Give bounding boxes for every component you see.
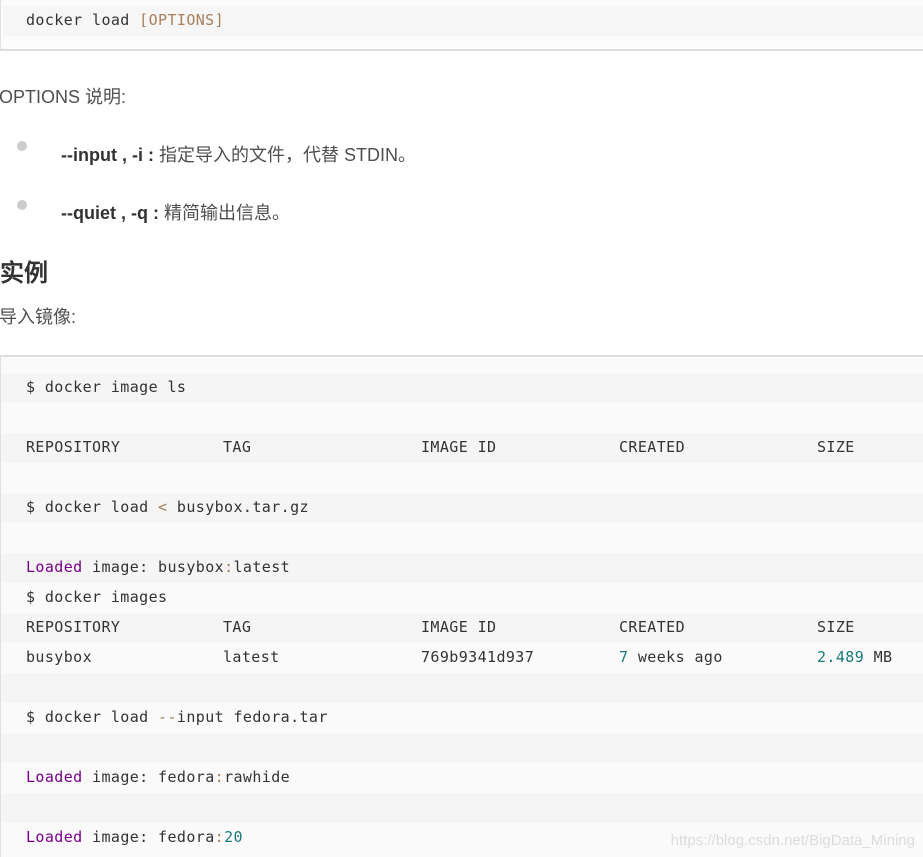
tag-cell: latest (223, 648, 280, 666)
header-image-id: IMAGE ID (421, 438, 497, 456)
header-repository: REPOSITORY (26, 438, 121, 456)
table-header-row: REPOSITORY TAG IMAGE ID CREATED SIZE (1, 433, 923, 463)
code-line: $ docker load < busybox.tar.gz (1, 493, 923, 523)
option-flag: --quiet , -q : (61, 203, 159, 223)
header-created: CREATED (619, 438, 686, 456)
option-flag: --input , -i : (61, 145, 154, 165)
table-row: busybox latest 769b9341d937 7 weeks ago … (1, 643, 923, 673)
image-id-cell: 769b9341d937 (421, 648, 535, 666)
header-repository: REPOSITORY (26, 618, 121, 636)
code-line: $ docker images (1, 583, 923, 613)
header-size: SIZE (817, 618, 855, 636)
option-desc: 指定导入的文件，代替 STDIN。 (153, 145, 416, 165)
repo-cell: busybox (26, 648, 93, 666)
created-cell: 7 weeks ago (619, 648, 723, 666)
code-line: $ docker load --input fedora.tar (1, 703, 923, 733)
example-code-block: $ docker image ls REPOSITORY TAG IMAGE I… (0, 355, 923, 857)
intro-text: 导入镜像: (0, 307, 77, 327)
code-line: Loaded image: busybox:latest (1, 553, 923, 583)
code-line: $ docker image ls (1, 373, 923, 403)
output-text: Loaded image: fedora:rawhide (26, 768, 291, 786)
code-line (1, 793, 923, 823)
table-header-row: REPOSITORY TAG IMAGE ID CREATED SIZE (1, 613, 923, 643)
header-tag: TAG (223, 438, 252, 456)
watermark-text: https://blog.csdn.net/BigData_Mining (670, 832, 915, 849)
output-text: Loaded image: fedora:20 (26, 828, 243, 846)
option-item-input: --input , -i : 指定导入的文件，代替 STDIN。 (61, 141, 416, 167)
options-heading: OPTIONS 说明: (0, 87, 127, 107)
code-line: Loaded image: fedora:rawhide (1, 763, 923, 793)
header-created: CREATED (619, 618, 686, 636)
header-size: SIZE (817, 438, 855, 456)
syntax-code-block: docker load [OPTIONS] (0, 0, 923, 51)
command-text: $ docker load < busybox.tar.gz (26, 498, 309, 516)
header-tag: TAG (223, 618, 252, 636)
command-text: $ docker image ls (26, 378, 187, 396)
option-desc: 精简输出信息。 (158, 203, 290, 223)
output-text: Loaded image: busybox:latest (26, 558, 291, 576)
command-text: $ docker load --input fedora.tar (26, 708, 328, 726)
code-line (1, 733, 923, 763)
bullet-icon (17, 141, 27, 151)
syntax-command: docker load (26, 11, 140, 29)
size-cell: 2.489 MB (817, 648, 893, 666)
syntax-options: [OPTIONS] (139, 11, 225, 29)
header-image-id: IMAGE ID (421, 618, 497, 636)
code-line (1, 673, 923, 703)
section-title: 实例 (0, 260, 48, 287)
bullet-icon (17, 200, 27, 210)
command-text: $ docker images (26, 588, 168, 606)
option-item-quiet: --quiet , -q : 精简输出信息。 (61, 199, 290, 225)
syntax-code: docker load [OPTIONS] (26, 11, 224, 29)
